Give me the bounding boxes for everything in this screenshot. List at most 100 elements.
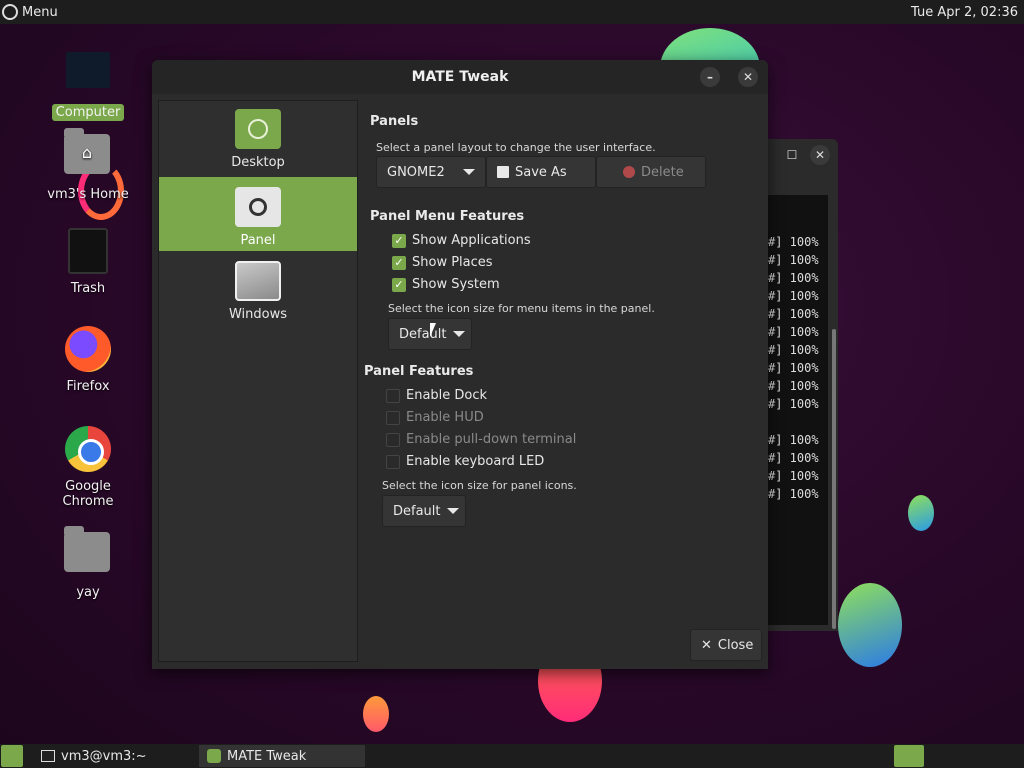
mate-tweak-icon — [207, 749, 221, 763]
delete-label: Delete — [641, 164, 684, 180]
wallpaper-shape — [908, 495, 934, 531]
terminal-line: #] 100% — [768, 307, 819, 321]
terminal-line: #] 100% — [768, 253, 819, 267]
show-system-checkbox[interactable]: ✓ Show System — [392, 277, 500, 292]
terminal-line: #] 100% — [768, 379, 819, 393]
sidebar: Desktop Panel Windows — [158, 100, 358, 662]
enable-hud-checkbox[interactable]: Enable HUD — [386, 410, 484, 425]
panel-settings-icon — [235, 187, 281, 227]
terminal-window[interactable]: ☐ ✕ #] 100% #] 100% #] 100% #] 100% #] 1… — [766, 139, 838, 631]
clock[interactable]: Tue Apr 2, 02:36 — [911, 5, 1018, 20]
minimize-icon[interactable]: – — [700, 67, 720, 87]
desktop-icon-firefox[interactable]: Firefox — [38, 326, 138, 395]
menu-icon-size-hint: Select the icon size for menu items in t… — [388, 302, 655, 315]
panel-layout-value: GNOME2 — [387, 164, 445, 180]
mate-tweak-window: MATE Tweak – ✕ Desktop Panel Windows Pan… — [152, 60, 768, 669]
computer-icon — [64, 52, 112, 100]
terminal-line: #] 100% — [768, 433, 819, 447]
checkbox-label: Show System — [412, 277, 500, 292]
trash-icon — [64, 228, 112, 276]
home-folder-icon: ⌂ — [64, 128, 112, 182]
panel-icon-size-value: Default — [393, 503, 441, 519]
mate-logo-icon — [2, 4, 18, 20]
save-icon — [497, 166, 509, 178]
show-desktop-button[interactable] — [1, 745, 23, 767]
checkbox-unchecked-icon — [386, 432, 400, 447]
checkbox-unchecked-icon — [386, 388, 400, 403]
desktop-icon-label: Trash — [70, 281, 106, 296]
terminal-scrollbar[interactable] — [832, 329, 836, 629]
window-title: MATE Tweak — [411, 69, 509, 85]
maximize-icon[interactable]: ☐ — [782, 145, 802, 165]
terminal-line: #] 100% — [768, 487, 819, 501]
desktop-icon-label: Computer — [51, 104, 125, 121]
desktop-icon-yay[interactable]: yay — [38, 526, 138, 601]
mouse-pointer-icon — [430, 323, 436, 337]
checkbox-label: Enable Dock — [406, 388, 488, 403]
desktop-icon-trash[interactable]: Trash — [38, 226, 138, 297]
taskbar-item-label: vm3@vm3:~ — [61, 748, 147, 764]
terminal-line: #] 100% — [768, 469, 819, 483]
desktop-icon-chrome[interactable]: Google Chrome — [38, 426, 138, 510]
main-menu-button[interactable]: Menu — [2, 4, 58, 20]
terminal-line: #] 100% — [768, 235, 819, 249]
chevron-down-icon — [446, 508, 459, 514]
show-places-checkbox[interactable]: ✓ Show Places — [392, 255, 493, 270]
panel-layout-dropdown[interactable]: GNOME2 — [376, 156, 486, 188]
taskbar-item-mate-tweak[interactable]: MATE Tweak — [199, 745, 365, 767]
window-titlebar[interactable]: MATE Tweak – ✕ — [152, 60, 768, 94]
checkbox-label: Show Applications — [412, 233, 531, 248]
desktop-icon-label: vm3's Home — [47, 187, 129, 202]
sidebar-item-label: Windows — [228, 307, 288, 322]
enable-keyboard-led-checkbox[interactable]: Enable keyboard LED — [386, 454, 544, 469]
wallpaper-shape — [363, 696, 389, 732]
checkbox-checked-icon: ✓ — [392, 255, 406, 270]
taskbar-item-label: MATE Tweak — [227, 748, 307, 764]
enable-pulldown-terminal-checkbox[interactable]: Enable pull-down terminal — [386, 432, 576, 447]
top-panel: Menu Tue Apr 2, 02:36 — [0, 0, 1024, 24]
panel-settings-content: Panels Select a panel layout to change t… — [364, 100, 764, 660]
window-settings-icon — [235, 261, 281, 301]
sidebar-item-label: Desktop — [231, 155, 285, 170]
close-button[interactable]: ✕ Close — [690, 629, 762, 661]
desktop-icon-label: Firefox — [66, 379, 110, 394]
panel-icon-size-hint: Select the icon size for panel icons. — [382, 479, 577, 492]
sidebar-item-panel[interactable]: Panel — [159, 177, 357, 251]
chevron-down-icon — [452, 331, 465, 337]
terminal-line: #] 100% — [768, 451, 819, 465]
close-icon: ✕ — [701, 637, 712, 653]
panels-hint: Select a panel layout to change the user… — [376, 141, 656, 154]
terminal-line: #] 100% — [768, 343, 819, 357]
save-as-button[interactable]: Save As — [486, 156, 596, 188]
checkbox-unchecked-icon — [386, 410, 400, 425]
taskbar-item-terminal[interactable]: vm3@vm3:~ — [33, 745, 199, 767]
checkbox-checked-icon: ✓ — [392, 277, 406, 292]
desktop-icon-computer[interactable]: Computer — [38, 46, 138, 121]
checkbox-unchecked-icon — [386, 454, 400, 469]
sidebar-item-desktop[interactable]: Desktop — [159, 109, 357, 179]
close-icon[interactable]: ✕ — [810, 145, 830, 165]
section-title-panel-features: Panel Features — [364, 364, 474, 379]
terminal-line: #] 100% — [768, 361, 819, 375]
close-icon[interactable]: ✕ — [738, 67, 758, 87]
chrome-icon — [64, 426, 112, 474]
sidebar-item-label: Panel — [240, 233, 276, 248]
terminal-line: #] 100% — [768, 325, 819, 339]
terminal-output[interactable]: #] 100% #] 100% #] 100% #] 100% #] 100% … — [766, 195, 828, 625]
terminal-line: #] 100% — [768, 397, 819, 411]
delete-button[interactable]: Delete — [596, 156, 706, 188]
terminal-line: #] 100% — [768, 289, 819, 303]
show-applications-checkbox[interactable]: ✓ Show Applications — [392, 233, 531, 248]
desktop-icon-label: Google Chrome — [62, 479, 114, 509]
sidebar-item-windows[interactable]: Windows — [159, 261, 357, 331]
workspace-switcher[interactable] — [894, 745, 924, 767]
desktop-icon-home[interactable]: ⌂ vm3's Home — [38, 128, 138, 203]
checkbox-label: Enable pull-down terminal — [406, 432, 577, 447]
terminal-titlebar[interactable]: ☐ ✕ — [766, 139, 838, 171]
menu-icon-size-value: Default — [399, 326, 447, 342]
section-title-panel-menu-features: Panel Menu Features — [370, 209, 525, 224]
panel-icon-size-dropdown[interactable]: Default — [382, 495, 466, 527]
section-title-panels: Panels — [370, 114, 419, 129]
enable-dock-checkbox[interactable]: Enable Dock — [386, 388, 487, 403]
terminal-line: #] 100% — [768, 271, 819, 285]
